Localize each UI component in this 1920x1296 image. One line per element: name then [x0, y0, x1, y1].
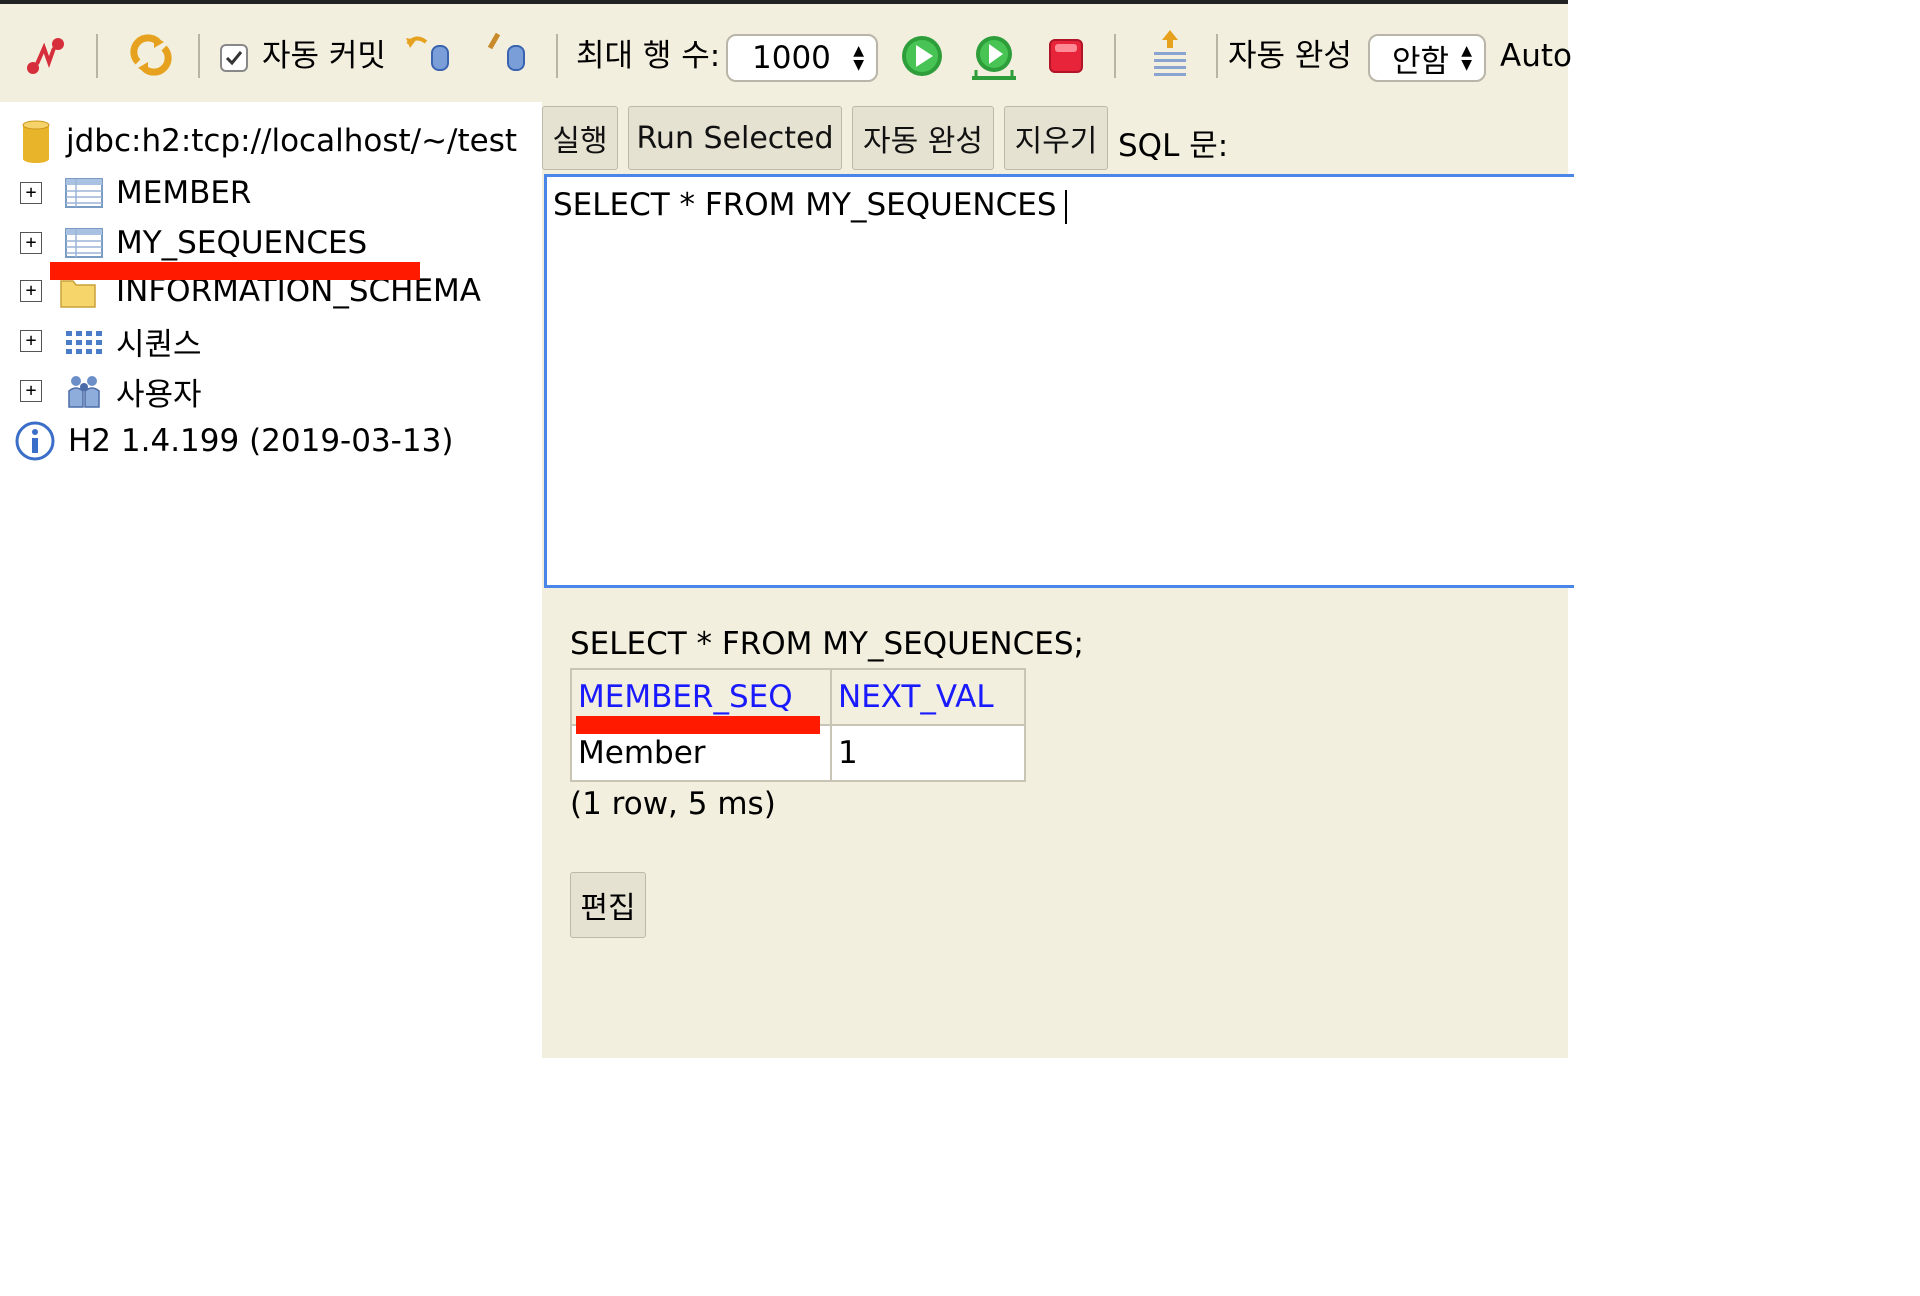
toolbar-separator — [1114, 34, 1116, 78]
toolbar-separator — [198, 34, 200, 78]
autocomplete-label: 자동 완성 — [1228, 38, 1352, 74]
database-icon — [22, 120, 50, 163]
schema-tree: jdbc:h2:tcp://localhost/~/test + MEMBER … — [0, 102, 542, 1058]
sequence-icon — [66, 331, 102, 354]
run-selected-button[interactable]: Run Selected — [628, 106, 842, 170]
auto-label: Auto — [1500, 38, 1572, 74]
version-text: H2 1.4.199 (2019-03-13) — [68, 423, 454, 459]
users-icon — [68, 376, 100, 408]
text-caret — [1064, 189, 1067, 224]
query-panel: 실행 Run Selected 자동 완성 지우기 SQL 문: SELECT … — [542, 102, 1574, 1058]
table-cell: 1 — [830, 724, 1026, 782]
tree-item-my-sequences[interactable]: + MY_SEQUENCES — [0, 218, 540, 268]
stop-icon[interactable] — [1046, 36, 1086, 76]
table-icon — [65, 228, 103, 258]
expand-icon[interactable]: + — [20, 330, 42, 352]
tree-item-label: 시퀀스 — [116, 326, 202, 363]
expand-icon[interactable]: + — [20, 232, 42, 254]
auto-commit-checkbox[interactable] — [220, 44, 248, 72]
edit-button[interactable]: 편집 — [570, 872, 646, 938]
tree-item-label: 사용자 — [116, 376, 202, 413]
autocomplete-button[interactable]: 자동 완성 — [852, 106, 994, 170]
highlight-mark — [576, 716, 820, 734]
table-icon — [65, 178, 103, 208]
tree-item-users[interactable]: + 사용자 — [0, 366, 540, 416]
toolbar-separator — [1216, 34, 1218, 78]
sql-editor[interactable]: SELECT * FROM MY_SEQUENCES — [544, 174, 1574, 588]
max-rows-value: 1000 — [752, 40, 831, 76]
tree-item-label: MY_SEQUENCES — [116, 225, 368, 261]
info-icon — [15, 421, 55, 461]
sql-text-line: SELECT * FROM MY_SEQUENCES — [553, 187, 1067, 224]
connection-url: jdbc:h2:tcp://localhost/~/test — [66, 123, 518, 159]
tree-item-label: MEMBER — [116, 175, 252, 211]
select-arrows-icon: ▲ ▼ — [853, 43, 864, 73]
sql-text: SELECT * FROM MY_SEQUENCES — [553, 187, 1057, 223]
refresh-icon[interactable] — [128, 32, 174, 78]
tree-version: H2 1.4.199 (2019-03-13) — [0, 416, 540, 466]
auto-commit-label: 자동 커밋 — [262, 38, 386, 74]
commit-icon[interactable] — [486, 32, 530, 76]
run-selected-icon[interactable] — [968, 34, 1020, 82]
disconnect-icon[interactable] — [24, 34, 68, 78]
autocomplete-select[interactable]: 안함 ▲ ▼ — [1368, 34, 1486, 82]
sql-label: SQL 문: — [1118, 128, 1229, 164]
highlight-mark — [50, 262, 420, 280]
expand-icon[interactable]: + — [20, 280, 42, 302]
tree-connection[interactable]: jdbc:h2:tcp://localhost/~/test — [0, 116, 540, 166]
rollback-icon[interactable] — [404, 32, 452, 76]
tree-item-sequences[interactable]: + 시퀀스 — [0, 316, 540, 366]
toolbar-separator — [96, 34, 98, 78]
max-rows-select[interactable]: 1000 ▲ ▼ — [726, 34, 878, 82]
column-header-next-val[interactable]: NEXT_VAL — [830, 668, 1026, 726]
run-icon[interactable] — [900, 34, 944, 78]
tree-item-member[interactable]: + MEMBER — [0, 168, 540, 218]
expand-icon[interactable]: + — [20, 182, 42, 204]
expand-icon[interactable]: + — [20, 380, 42, 402]
run-button[interactable]: 실행 — [542, 106, 618, 170]
history-icon[interactable] — [1148, 28, 1192, 80]
max-rows-label: 최대 행 수: — [576, 38, 721, 74]
clear-button[interactable]: 지우기 — [1004, 106, 1108, 170]
autocomplete-value: 안함 — [1392, 43, 1450, 80]
select-arrows-icon: ▲ ▼ — [1461, 43, 1472, 73]
toolbar: 자동 커밋 최대 행 수: 1000 ▲ ▼ 자동 완성 안함 ▲ ▼ Auto — [0, 0, 1572, 102]
toolbar-separator — [556, 34, 558, 78]
row-info: (1 row, 5 ms) — [570, 786, 776, 822]
result-sql: SELECT * FROM MY_SEQUENCES; — [570, 626, 1084, 662]
